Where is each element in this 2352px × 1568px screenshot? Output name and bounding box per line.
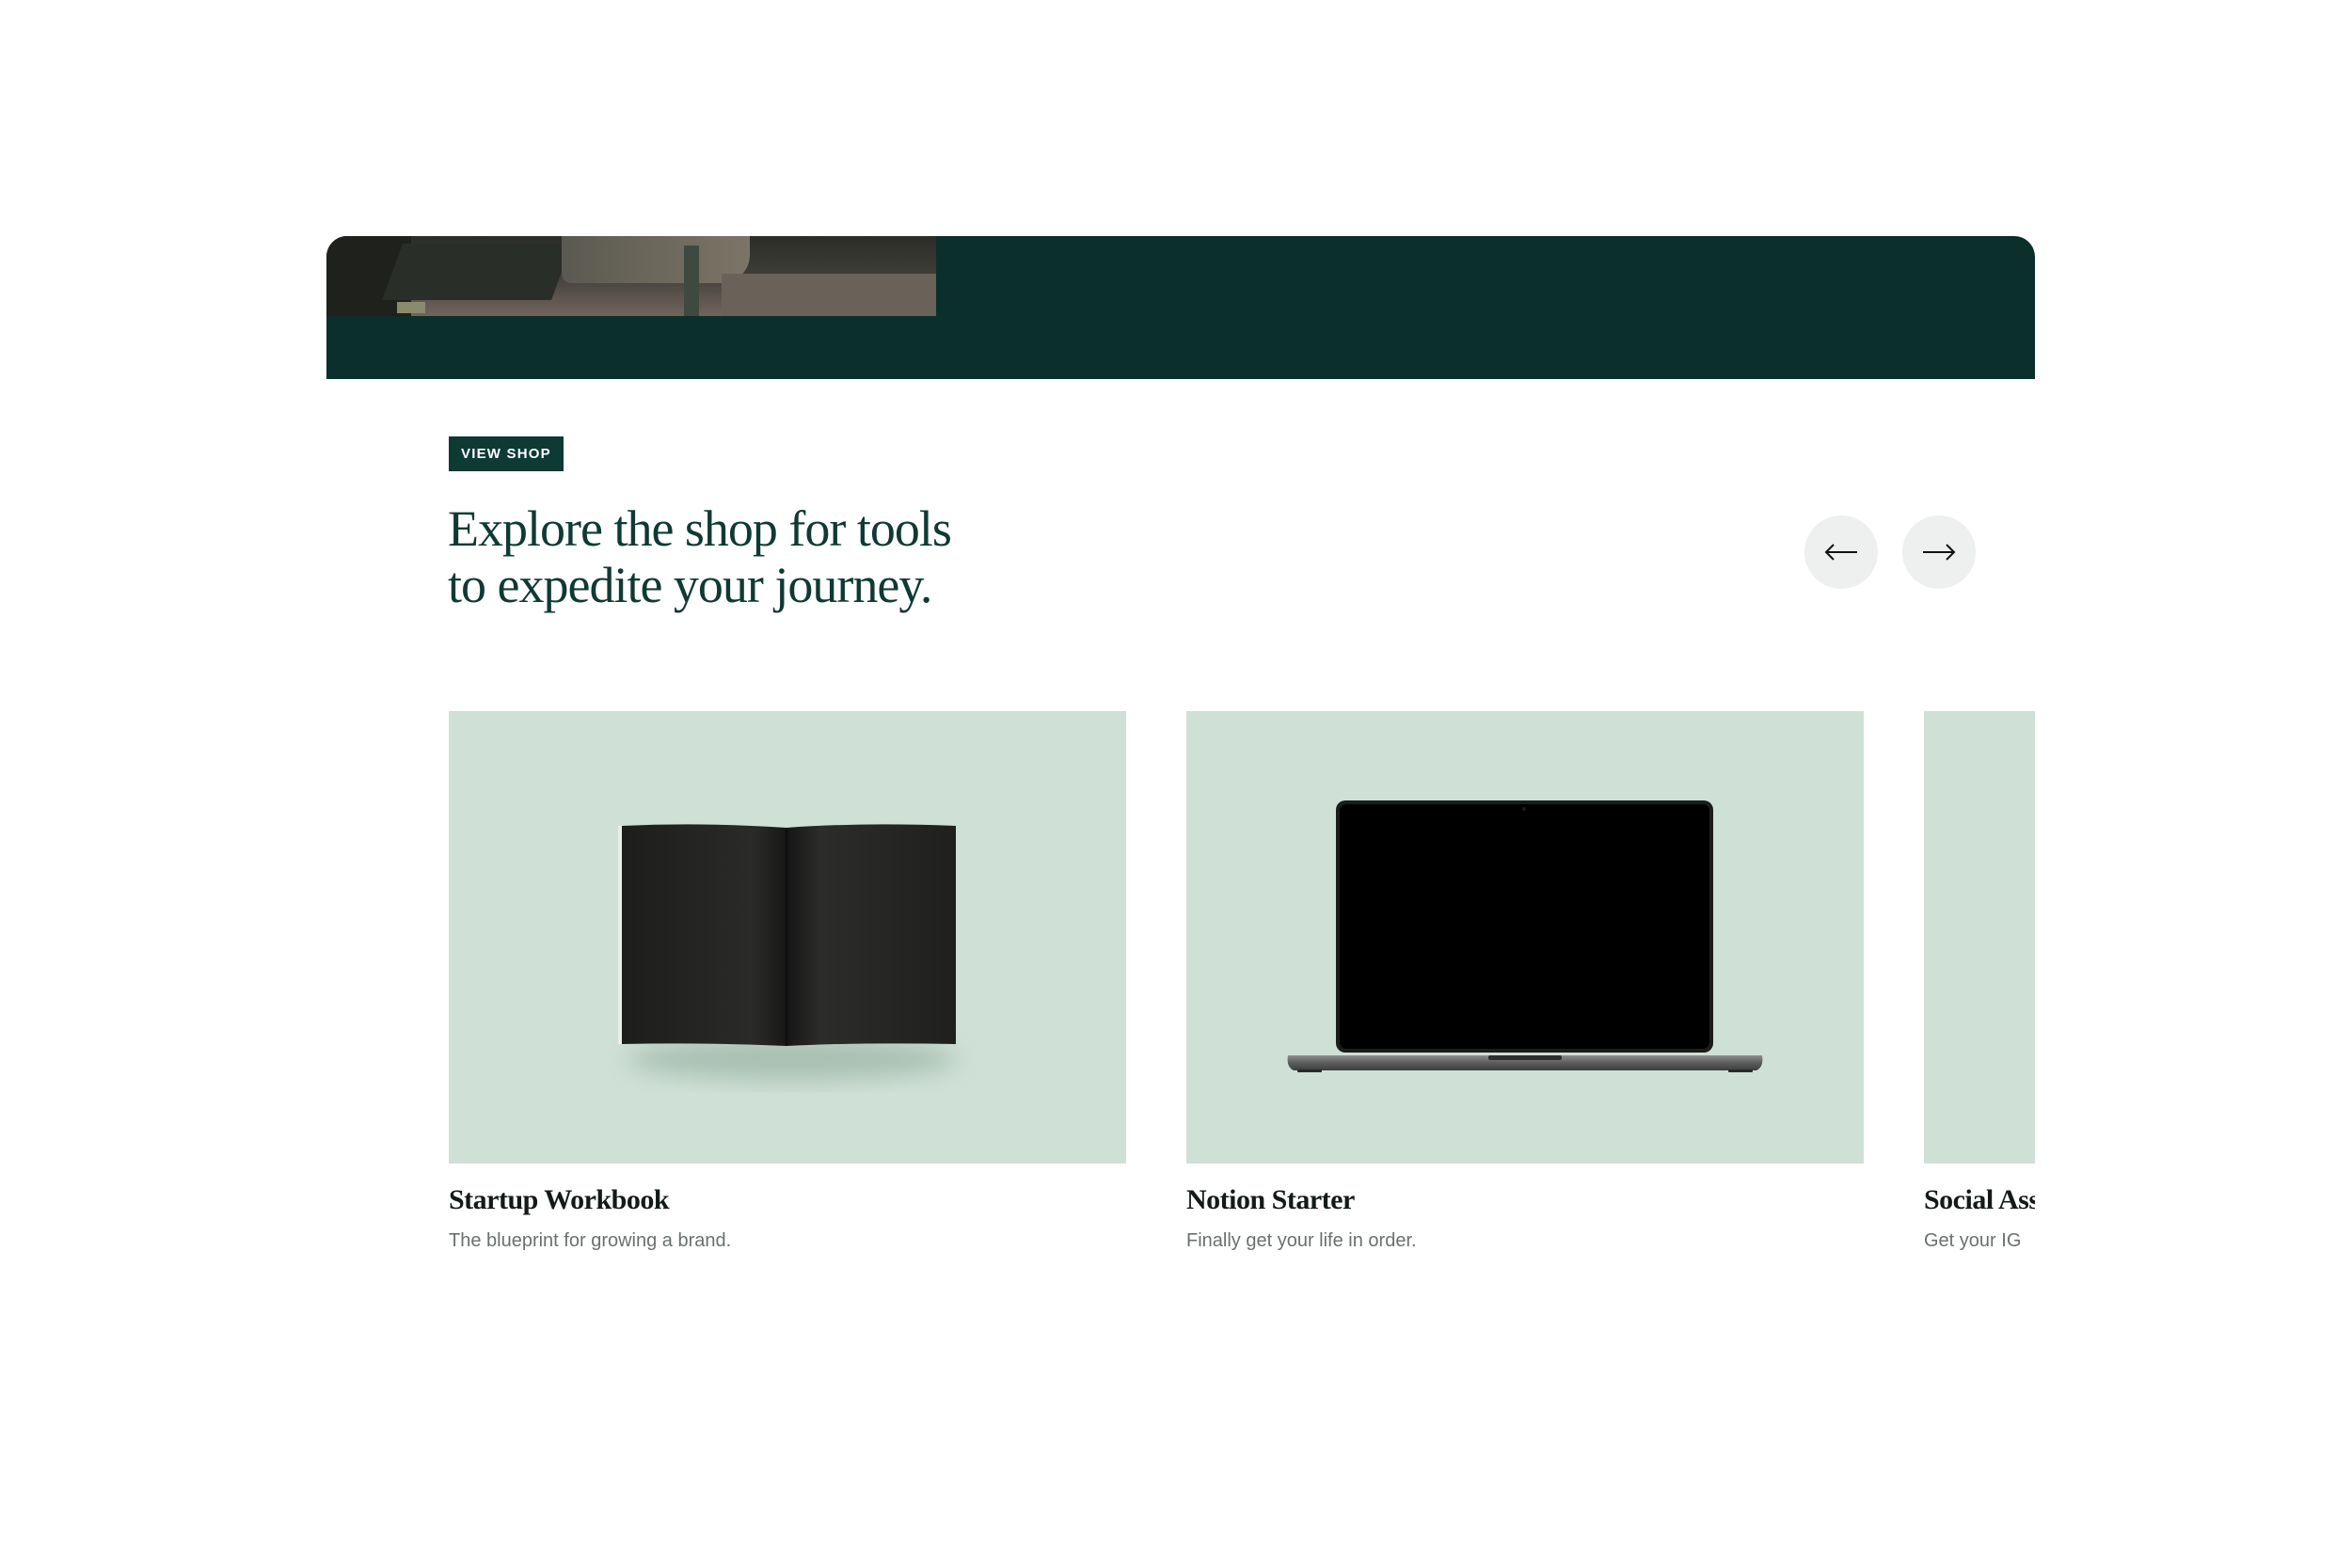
product-image-open-book <box>449 711 1126 1164</box>
carousel-next-button[interactable] <box>1902 515 1976 589</box>
hero-photo <box>326 236 936 316</box>
view-shop-button[interactable]: VIEW SHOP <box>449 436 564 471</box>
page: VIEW SHOP Explore the shop for tools to e… <box>0 0 2352 1568</box>
product-title[interactable]: Startup Workbook <box>449 1183 670 1217</box>
carousel-prev-button[interactable] <box>1804 515 1878 589</box>
product-title[interactable]: Notion Starter <box>1186 1183 1355 1217</box>
hero-banner <box>326 236 2035 379</box>
product-carousel: Startup Workbook The blueprint for growi… <box>449 711 2035 1275</box>
section-headline: Explore the shop for tools to expedite yo… <box>448 500 1031 613</box>
product-description: Finally get your life in order. <box>1186 1230 1417 1251</box>
headline-line-1: Explore the shop for tools <box>448 500 952 557</box>
laptop-image <box>1287 800 1763 1072</box>
product-card[interactable]: Startup Workbook The blueprint for growi… <box>449 711 1126 1251</box>
open-book-image <box>618 824 957 1080</box>
product-title[interactable]: Social Ass <box>1924 1183 2035 1217</box>
headline-line-2: to expedite your journey. <box>448 557 932 613</box>
product-image-laptop <box>1186 711 1864 1164</box>
arrow-left-icon <box>1824 544 1857 561</box>
product-card[interactable]: Notion Starter Finally get your life in … <box>1186 711 1864 1251</box>
arrow-right-icon <box>1923 544 1956 561</box>
product-image <box>1924 711 2035 1164</box>
product-description: The blueprint for growing a brand. <box>449 1230 732 1251</box>
product-description: Get your IG <box>1924 1230 2022 1251</box>
product-card[interactable]: Social Ass Get your IG <box>1924 711 2035 1251</box>
